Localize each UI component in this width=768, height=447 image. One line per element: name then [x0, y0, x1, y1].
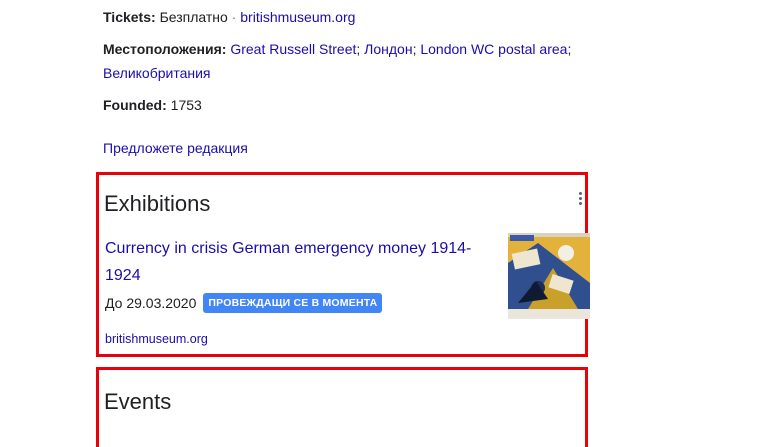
location-label: Местоположения:: [103, 41, 227, 57]
exhibitions-title: Exhibitions: [104, 191, 211, 216]
tickets-link[interactable]: britishmuseum.org: [240, 9, 355, 25]
location-separator: ;: [356, 41, 361, 57]
suggest-edit-link[interactable]: Предложете редакция: [103, 137, 248, 159]
exhibition-date-row: До 29.03.2020 ПРОВЕЖДАЩИ СЕ В МОМЕНТА: [105, 293, 383, 313]
location-separator: ;: [567, 41, 572, 57]
exhibition-link[interactable]: Currency in crisis German emergency mone…: [105, 235, 475, 289]
location-separator: ;: [412, 41, 417, 57]
location-row: Местоположения: Great Russell Street; Ло…: [103, 37, 573, 85]
location-link-street[interactable]: Great Russell Street: [230, 41, 356, 57]
founded-row: Founded: 1753: [103, 93, 202, 117]
location-link-city[interactable]: Лондон: [364, 41, 412, 57]
tickets-label: Tickets:: [103, 9, 156, 25]
exhibition-date: До 29.03.2020: [105, 295, 197, 311]
location-link-postal-area[interactable]: London WC postal area: [420, 41, 567, 57]
events-title: Events: [104, 389, 172, 414]
more-options-icon[interactable]: [577, 192, 583, 208]
tickets-value: Безплатно: [159, 9, 228, 25]
location-link-country[interactable]: Великобритания: [103, 65, 211, 81]
founded-value: 1753: [170, 97, 202, 113]
exhibition-source-link[interactable]: britishmuseum.org: [105, 332, 208, 346]
tickets-row: Tickets: Безплатно · britishmuseum.org: [103, 5, 355, 29]
exhibition-poster-image[interactable]: [508, 233, 590, 319]
events-panel: Events: [96, 367, 588, 447]
status-badge: ПРОВЕЖДАЩИ СЕ В МОМЕНТА: [203, 293, 383, 313]
exhibitions-panel: Exhibitions Currency in crisis German em…: [96, 172, 590, 357]
tickets-separator: ·: [231, 9, 237, 25]
founded-label: Founded:: [103, 97, 167, 113]
